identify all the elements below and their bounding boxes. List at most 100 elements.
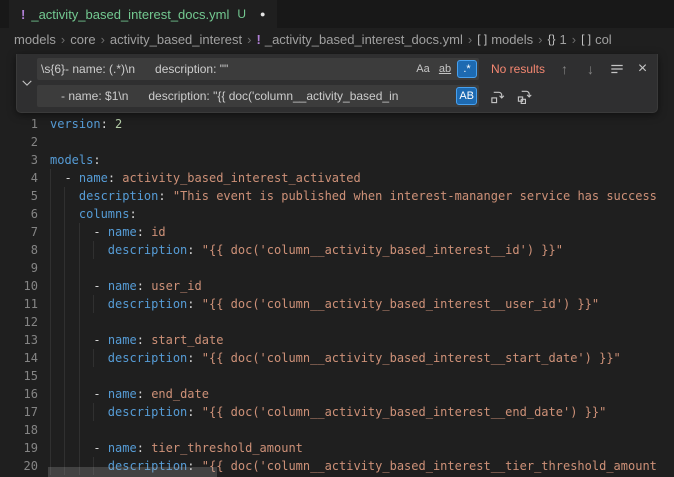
breadcrumb-separator: › — [538, 32, 542, 47]
breadcrumb-separator: › — [572, 32, 576, 47]
code-line-content — [50, 133, 674, 151]
code-line-content: description: "{{ doc('column__activity_b… — [50, 241, 674, 259]
indent-guide — [50, 349, 51, 367]
editor[interactable]: \s{6}- name: (.*)\n description: "" Aa a… — [0, 50, 674, 477]
line-number: 8 — [0, 241, 38, 259]
code-line[interactable]: 14 description: "{{ doc('column__activit… — [0, 349, 674, 367]
modified-indicator-dot[interactable]: ● — [260, 9, 265, 19]
previous-match-button[interactable]: ↑ — [556, 61, 573, 78]
yaml-file-icon: ! — [21, 7, 25, 22]
breadcrumb-item[interactable]: core — [70, 32, 95, 47]
indent-guide — [64, 439, 65, 457]
indent-guide — [79, 331, 80, 349]
indent-guide — [64, 385, 65, 403]
breadcrumb-item[interactable]: models — [14, 32, 56, 47]
indent-guide — [50, 187, 51, 205]
match-case-toggle[interactable]: Aa — [413, 60, 433, 78]
breadcrumb-separator: › — [247, 32, 251, 47]
whole-word-toggle[interactable]: ab — [435, 60, 455, 78]
code-line-content: description: "{{ doc('column__activity_b… — [50, 403, 674, 421]
indent-guide — [93, 403, 94, 421]
breadcrumb-item[interactable]: activity_based_interest — [110, 32, 242, 47]
preserve-case-toggle[interactable]: AB — [456, 87, 477, 105]
line-number: 20 — [0, 457, 38, 475]
code-line[interactable]: 4 - name: activity_based_interest_activa… — [0, 169, 674, 187]
code-line-content — [50, 367, 674, 385]
code-line[interactable]: 7 - name: id — [0, 223, 674, 241]
indent-guide — [79, 295, 80, 313]
replace-all-icon — [517, 89, 532, 104]
breadcrumb-separator: › — [468, 32, 472, 47]
breadcrumb-item[interactable]: [ ]models — [477, 32, 533, 47]
code-line[interactable]: 8 description: "{{ doc('column__activity… — [0, 241, 674, 259]
indent-guide — [50, 277, 51, 295]
code-line[interactable]: 11 description: "{{ doc('column__activit… — [0, 295, 674, 313]
indent-guide — [50, 169, 51, 187]
line-number: 3 — [0, 151, 38, 169]
line-number: 10 — [0, 277, 38, 295]
breadcrumb-item[interactable]: !_activity_based_interest_docs.yml — [257, 32, 463, 47]
code-line[interactable]: 3models: — [0, 151, 674, 169]
indent-guide — [93, 295, 94, 313]
code-line-content: version: 2 — [50, 115, 674, 133]
tab-active[interactable]: ! _activity_based_interest_docs.yml U ● — [9, 0, 277, 28]
code-line-content: description: "{{ doc('column__activity_b… — [50, 295, 674, 313]
indent-guide — [50, 385, 51, 403]
breadcrumb-item-label: activity_based_interest — [110, 32, 242, 47]
close-find-widget-button[interactable]: × — [634, 61, 651, 78]
chevron-down-icon — [21, 77, 33, 89]
indent-guide — [64, 205, 65, 223]
indent-guide — [64, 421, 65, 439]
indent-guide — [50, 295, 51, 313]
line-number: 14 — [0, 349, 38, 367]
code-line[interactable]: 1 version: 2 — [0, 115, 674, 133]
code-line-content — [50, 259, 674, 277]
line-number: 11 — [0, 295, 38, 313]
symbol-array-icon: [ ] — [477, 32, 487, 46]
find-results-count: No results — [491, 62, 545, 76]
code-line[interactable]: 10 - name: user_id — [0, 277, 674, 295]
replace-input-value: - name: $1\n description: "{{ doc('colum… — [41, 89, 456, 103]
code-line-content: - name: tier_threshold_amount — [50, 439, 674, 457]
horizontal-scrollbar-thumb[interactable] — [48, 467, 217, 477]
code-line[interactable]: 13 - name: start_date — [0, 331, 674, 349]
indent-guide — [50, 403, 51, 421]
replace-all-button[interactable] — [516, 88, 533, 105]
indent-guide — [64, 277, 65, 295]
indent-guide — [64, 187, 65, 205]
code-line[interactable]: 6 columns: — [0, 205, 674, 223]
replace-button[interactable] — [489, 88, 506, 105]
yaml-file-icon: ! — [257, 32, 261, 47]
code-line[interactable]: 12 — [0, 313, 674, 331]
next-match-button[interactable]: ↓ — [582, 61, 599, 78]
line-number: 1 — [0, 115, 38, 133]
replace-input[interactable]: - name: $1\n description: "{{ doc('colum… — [37, 85, 479, 107]
breadcrumb-item[interactable]: {}1 — [547, 32, 566, 47]
find-in-selection-button[interactable] — [608, 61, 625, 78]
indent-guide — [50, 439, 51, 457]
find-input-value: \s{6}- name: (.*)\n description: "" — [41, 62, 413, 76]
breadcrumb-item-label: models — [14, 32, 56, 47]
indent-guide — [79, 367, 80, 385]
indent-guide — [50, 205, 51, 223]
regex-toggle[interactable]: .* — [457, 60, 477, 78]
find-input[interactable]: \s{6}- name: (.*)\n description: "" Aa a… — [37, 58, 479, 80]
code-line-content: - name: id — [50, 223, 674, 241]
code-line-content: - name: start_date — [50, 331, 674, 349]
code-line[interactable]: 2 — [0, 133, 674, 151]
indent-guide — [50, 313, 51, 331]
code-line[interactable]: 18 — [0, 421, 674, 439]
git-status-badge: U — [237, 7, 246, 21]
indent-guide — [50, 421, 51, 439]
code-line[interactable]: 16 - name: end_date — [0, 385, 674, 403]
code-line[interactable]: 19 - name: tier_threshold_amount — [0, 439, 674, 457]
code-line[interactable]: 9 — [0, 259, 674, 277]
code-line[interactable]: 5 description: "This event is published … — [0, 187, 674, 205]
code-line[interactable]: 15 — [0, 367, 674, 385]
toggle-replace-button[interactable] — [17, 58, 37, 107]
breadcrumb-item[interactable]: [ ]col — [581, 32, 612, 47]
indent-guide — [79, 349, 80, 367]
code-line[interactable]: 17 description: "{{ doc('column__activit… — [0, 403, 674, 421]
line-number: 13 — [0, 331, 38, 349]
line-number: 12 — [0, 313, 38, 331]
